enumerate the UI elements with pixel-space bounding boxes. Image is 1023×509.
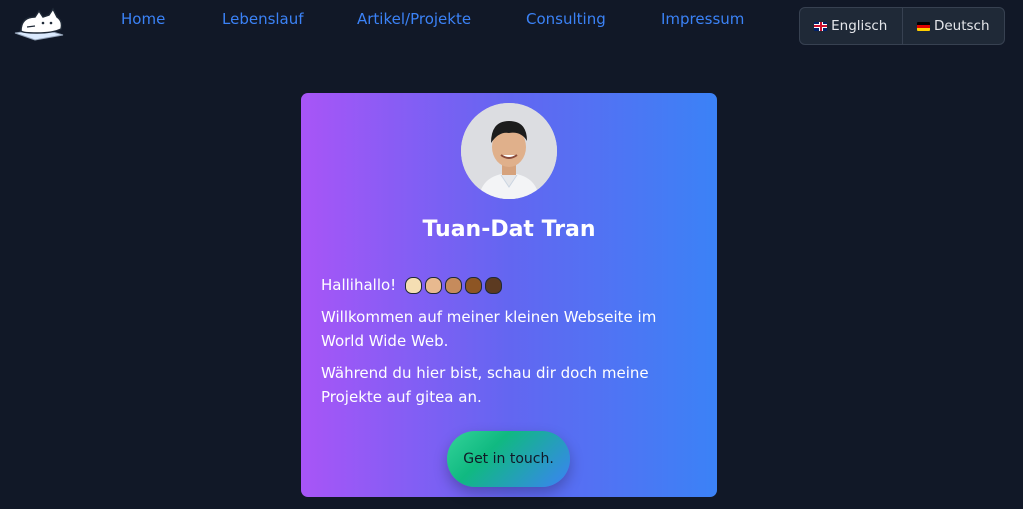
greeting-text: Hallihallo!: [321, 276, 397, 294]
language-english-button[interactable]: Englisch: [800, 8, 902, 44]
profile-card: Tuan-Dat Tran Hallihallo! Willkommen auf…: [301, 93, 717, 497]
waving-hand-medium-light-icon: [424, 277, 442, 294]
language-switcher: Englisch Deutsch: [799, 7, 1005, 45]
top-navigation: Home Lebenslauf Artikel/Projekte Consult…: [0, 0, 1023, 50]
waving-hands: [404, 277, 502, 294]
get-in-touch-button[interactable]: Get in touch.: [447, 431, 570, 487]
profile-name: Tuan-Dat Tran: [422, 217, 596, 242]
nav-artikel-projekte[interactable]: Artikel/Projekte: [357, 10, 471, 28]
nav-home[interactable]: Home: [121, 10, 165, 28]
nav-impressum[interactable]: Impressum: [661, 10, 744, 28]
language-german-button[interactable]: Deutsch: [901, 8, 1005, 44]
waving-hand-medium-dark-icon: [464, 277, 482, 294]
language-english-label: Englisch: [831, 18, 888, 34]
waving-hand-medium-icon: [444, 277, 462, 294]
waving-hand-dark-icon: [484, 277, 502, 294]
german-flag-icon: [916, 21, 930, 31]
avatar: [461, 103, 557, 199]
welcome-paragraph: Willkommen auf meiner kleinen Webseite i…: [321, 308, 657, 350]
language-german-label: Deutsch: [933, 18, 990, 34]
projects-paragraph: Während du hier bist, schau dir doch mei…: [321, 364, 649, 406]
nav-lebenslauf[interactable]: Lebenslauf: [222, 10, 304, 28]
cat-logo-icon[interactable]: [13, 5, 65, 41]
uk-flag-icon: [814, 21, 828, 31]
waving-hand-light-icon: [404, 277, 422, 294]
profile-bio: Hallihallo! Willkommen auf meiner kleine…: [321, 273, 701, 417]
nav-consulting[interactable]: Consulting: [526, 10, 606, 28]
greeting-line: Hallihallo!: [321, 273, 701, 297]
